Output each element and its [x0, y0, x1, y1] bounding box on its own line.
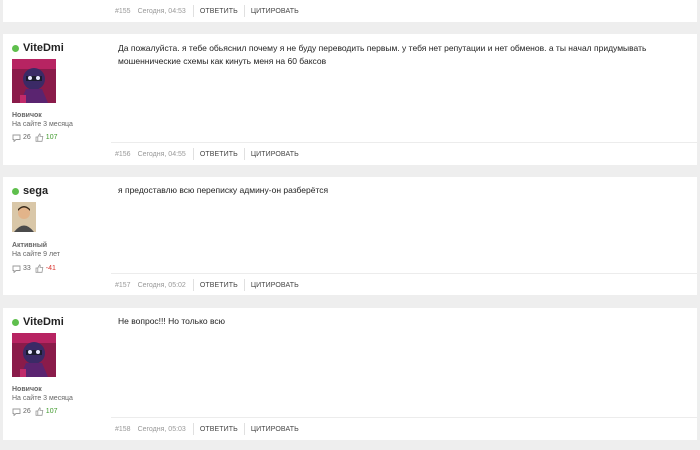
user-rank: Новичок	[12, 112, 42, 119]
reputation-count: -41	[45, 265, 56, 272]
comment-count: 26	[23, 134, 31, 141]
comment-bubble-icon	[12, 408, 21, 416]
post-number[interactable]: #156	[115, 151, 131, 158]
user-rank: Активный	[12, 242, 48, 249]
divider	[111, 273, 697, 274]
member-since: На сайте 3 месяца	[12, 121, 73, 128]
post-number[interactable]: #157	[115, 282, 131, 289]
post-number[interactable]: #158	[115, 426, 131, 433]
comment-count: 33	[23, 265, 31, 272]
quote-button[interactable]: ЦИТИРОВАТЬ	[251, 8, 299, 15]
comment-count: 26	[23, 408, 31, 415]
user-rank: Новичок	[12, 386, 42, 393]
divider	[243, 148, 245, 160]
username-link[interactable]: ViteDmi	[23, 42, 64, 54]
thumbs-up-icon	[35, 133, 44, 142]
username-link[interactable]: sega	[23, 185, 48, 197]
post-number[interactable]: #155	[115, 8, 131, 15]
post-message: я предоставлю всю переписку админу-он ра…	[118, 185, 329, 195]
reputation-count: 107	[45, 134, 58, 141]
post-message: Не вопрос!!! Но только всю	[118, 316, 226, 326]
member-since: На сайте 3 месяца	[12, 395, 73, 402]
post-card-157: sega Активный На сайте 9 лет 33 -41 я пр…	[3, 177, 697, 295]
divider	[192, 148, 194, 160]
comment-bubble-icon	[12, 265, 21, 273]
username-link[interactable]: ViteDmi	[23, 316, 64, 328]
post-date: Сегодня, 05:02	[137, 281, 186, 289]
post-footer: #155 Сегодня, 04:53 ОТВЕТИТЬ ЦИТИРОВАТЬ	[115, 5, 305, 17]
post-message: Да пожалуйста. я тебе обьяснил почему я …	[118, 43, 647, 66]
divider	[192, 279, 194, 291]
reply-button[interactable]: ОТВЕТИТЬ	[200, 8, 238, 15]
divider	[243, 5, 245, 17]
quote-button[interactable]: ЦИТИРОВАТЬ	[251, 151, 299, 158]
online-status-icon	[12, 187, 19, 195]
avatar[interactable]	[12, 202, 36, 232]
user-stats: 33 -41	[12, 264, 60, 273]
post-author: ViteDmi Новичок На сайте 3 месяца 26 107	[12, 315, 112, 416]
quote-button[interactable]: ЦИТИРОВАТЬ	[251, 282, 299, 289]
post-footer: #157 Сегодня, 05:02 ОТВЕТИТЬ ЦИТИРОВАТЬ	[115, 279, 305, 291]
avatar[interactable]	[12, 333, 56, 377]
divider	[243, 423, 245, 435]
comment-bubble-icon	[12, 134, 21, 142]
divider	[111, 142, 697, 143]
user-stats: 26 107	[12, 133, 61, 142]
post-footer: #158 Сегодня, 05:03 ОТВЕТИТЬ ЦИТИРОВАТЬ	[115, 423, 305, 435]
thumbs-up-icon	[35, 264, 44, 273]
reply-button[interactable]: ОТВЕТИТЬ	[200, 426, 238, 433]
post-author: ViteDmi Новичок На сайте 3 месяца 26 107	[12, 41, 112, 142]
post-date: Сегодня, 05:03	[137, 425, 186, 433]
post-card-158: ViteDmi Новичок На сайте 3 месяца 26 107…	[3, 308, 697, 440]
post-date: Сегодня, 04:55	[137, 150, 186, 158]
divider	[243, 279, 245, 291]
reply-button[interactable]: ОТВЕТИТЬ	[200, 151, 238, 158]
user-stats: 26 107	[12, 407, 61, 416]
post-card-156: ViteDmi Новичок На сайте 3 месяца 26 107…	[3, 34, 697, 165]
post-footer: #156 Сегодня, 04:55 ОТВЕТИТЬ ЦИТИРОВАТЬ	[115, 148, 305, 160]
post-author: sega Активный На сайте 9 лет 33 -41	[12, 184, 112, 273]
divider	[192, 5, 194, 17]
quote-button[interactable]: ЦИТИРОВАТЬ	[251, 426, 299, 433]
reputation-count: 107	[45, 408, 58, 415]
post-card-155: #155 Сегодня, 04:53 ОТВЕТИТЬ ЦИТИРОВАТЬ	[3, 0, 697, 22]
divider	[192, 423, 194, 435]
thumbs-up-icon	[35, 407, 44, 416]
post-date: Сегодня, 04:53	[137, 7, 186, 15]
divider	[111, 417, 697, 418]
avatar[interactable]	[12, 59, 56, 103]
member-since: На сайте 9 лет	[12, 251, 60, 258]
online-status-icon	[12, 44, 19, 52]
reply-button[interactable]: ОТВЕТИТЬ	[200, 282, 238, 289]
online-status-icon	[12, 318, 19, 326]
